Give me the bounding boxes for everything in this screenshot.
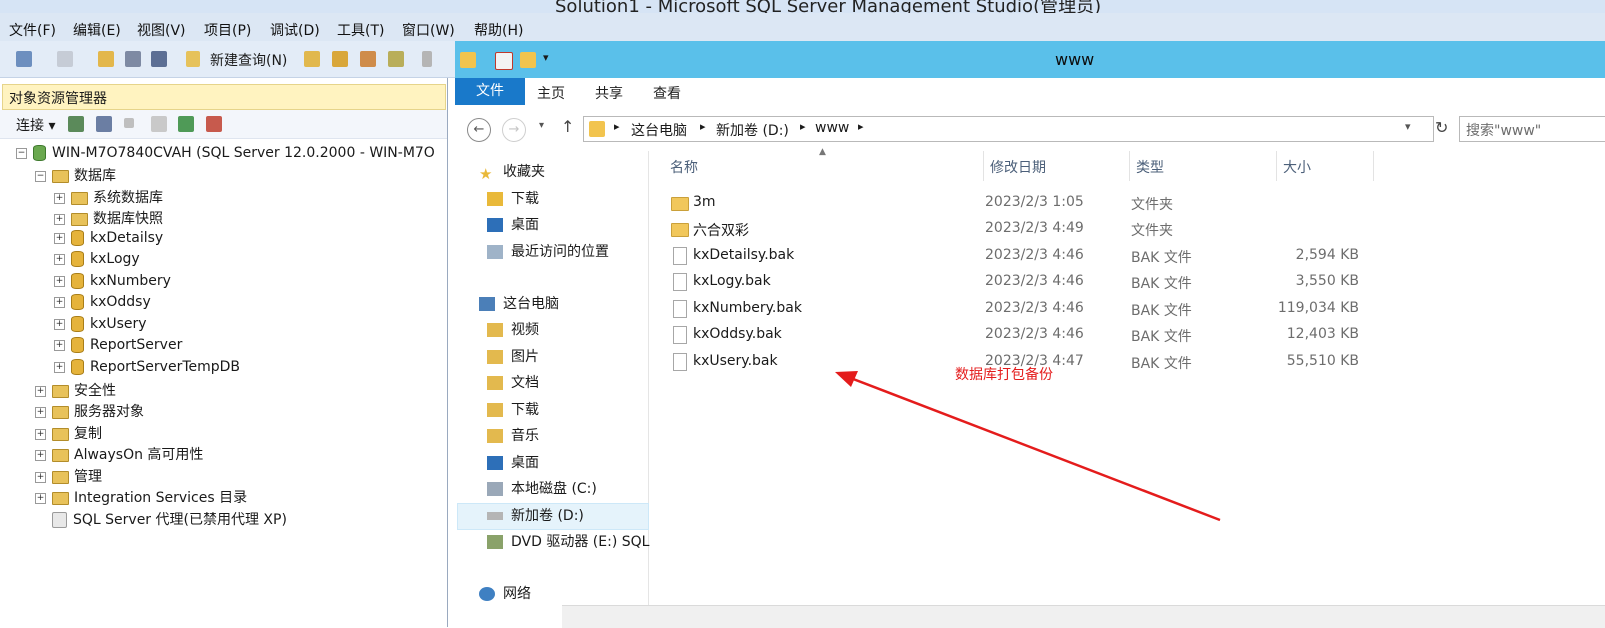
annotation-arrow — [835, 371, 1221, 522]
arrow-line — [847, 375, 1221, 522]
bottom-status-strip — [562, 605, 1605, 628]
annotation-text: 数据库打包备份 — [955, 367, 1053, 383]
